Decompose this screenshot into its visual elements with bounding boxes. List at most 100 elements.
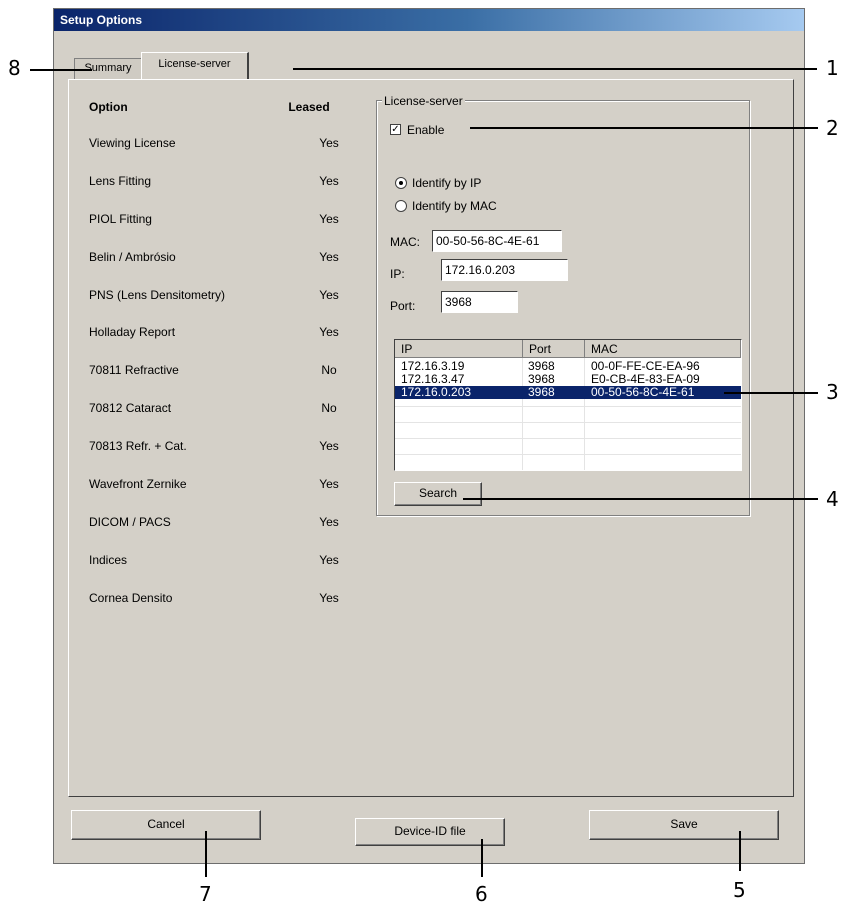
- callout-line-1: [293, 68, 817, 70]
- mac-label: MAC:: [390, 235, 420, 249]
- option-name: DICOM / PACS: [89, 515, 171, 529]
- grid-line: [395, 454, 741, 455]
- option-row: Wavefront Zernike Yes: [89, 477, 349, 493]
- option-leased: Yes: [319, 288, 339, 302]
- callout-4: 4: [826, 487, 839, 511]
- save-button[interactable]: Save: [589, 810, 779, 840]
- grid-line: [395, 438, 741, 439]
- option-leased: Yes: [319, 250, 339, 264]
- identify-by-ip-radio[interactable]: [395, 177, 407, 189]
- list-row[interactable]: 172.16.3.47 3968 E0-CB-4E-83-EA-09: [395, 373, 741, 385]
- leased-header: Leased: [288, 100, 330, 114]
- option-row: Cornea Densito Yes: [89, 591, 349, 607]
- list-row-selected[interactable]: 172.16.0.203 3968 00-50-56-8C-4E-61: [395, 386, 741, 399]
- options-list: Viewing License Yes Lens Fitting Yes PIOL …: [89, 136, 359, 606]
- enable-checkbox[interactable]: ✓: [390, 124, 401, 135]
- option-row: 70813 Refr. + Cat. Yes: [89, 439, 349, 455]
- callout-line-7: [205, 831, 207, 877]
- ip-field[interactable]: 172.16.0.203: [441, 259, 568, 281]
- grid-line: [395, 422, 741, 423]
- identify-by-mac-radio[interactable]: [395, 200, 407, 212]
- option-row: Holladay Report Yes: [89, 325, 349, 341]
- option-name: Cornea Densito: [89, 591, 173, 605]
- port-field[interactable]: 3968: [441, 291, 518, 313]
- server-list[interactable]: IP Port MAC 172.16.3.19 3968 00-0F-FE-CE…: [394, 339, 742, 471]
- option-row: 70812 Cataract No: [89, 401, 349, 417]
- list-header-ip[interactable]: IP: [395, 340, 523, 358]
- option-name: Wavefront Zernike: [89, 477, 187, 491]
- mac-field[interactable]: 00-50-56-8C-4E-61: [432, 230, 562, 252]
- row-port: 3968: [528, 372, 555, 386]
- list-header-mac[interactable]: MAC: [585, 340, 741, 358]
- callout-line-2: [470, 127, 818, 129]
- row-ip: 172.16.3.47: [401, 372, 465, 386]
- option-row: 70811 Refractive No: [89, 363, 349, 379]
- option-row: PIOL Fitting Yes: [89, 212, 349, 228]
- radio-dot-icon: [399, 181, 403, 185]
- option-name: Belin / Ambrósio: [89, 250, 176, 264]
- option-leased: Yes: [319, 136, 339, 150]
- row-port: 3968: [528, 359, 555, 373]
- option-name: Lens Fitting: [89, 174, 152, 188]
- row-mac: 00-50-56-8C-4E-61: [591, 385, 695, 399]
- option-name: 70811 Refractive: [89, 363, 179, 377]
- callout-line-5: [739, 831, 741, 871]
- option-leased: Yes: [319, 553, 339, 567]
- option-leased: Yes: [319, 515, 339, 529]
- row-ip: 172.16.3.19: [401, 359, 465, 373]
- option-row: Belin / Ambrósio Yes: [89, 250, 349, 266]
- option-row: Viewing License Yes: [89, 136, 349, 152]
- callout-7: 7: [199, 882, 212, 906]
- option-leased: Yes: [319, 439, 339, 453]
- option-name: 70813 Refr. + Cat.: [89, 439, 187, 453]
- option-leased: Yes: [319, 212, 339, 226]
- option-name: Holladay Report: [89, 325, 176, 339]
- callout-8: 8: [8, 56, 21, 80]
- callout-6: 6: [475, 882, 488, 906]
- search-button[interactable]: Search: [394, 482, 482, 506]
- cancel-button[interactable]: Cancel: [71, 810, 261, 840]
- option-leased: Yes: [319, 591, 339, 605]
- option-leased: No: [321, 363, 337, 377]
- callout-line-8: [30, 69, 92, 71]
- option-row: Lens Fitting Yes: [89, 174, 349, 190]
- tab-license-server[interactable]: License-server: [141, 52, 249, 80]
- option-row: Indices Yes: [89, 553, 349, 569]
- option-leased: Yes: [319, 325, 339, 339]
- check-icon: ✓: [391, 124, 400, 135]
- grid-line: [395, 406, 741, 407]
- option-row: PNS (Lens Densitometry) Yes: [89, 288, 349, 304]
- option-name: 70812 Cataract: [89, 401, 172, 415]
- option-name: Viewing License: [89, 136, 176, 150]
- option-name: Indices: [89, 553, 128, 567]
- row-mac: 00-0F-FE-CE-EA-96: [591, 359, 700, 373]
- callout-3: 3: [826, 380, 839, 404]
- title-bar[interactable]: Setup Options: [54, 9, 804, 31]
- callout-line-3: [724, 392, 818, 394]
- option-leased: Yes: [319, 174, 339, 188]
- group-label: License-server: [382, 94, 465, 108]
- enable-label: Enable: [407, 123, 445, 137]
- identify-by-mac-label: Identify by MAC: [412, 199, 497, 213]
- identify-by-ip-label: Identify by IP: [412, 176, 482, 190]
- ip-label: IP:: [390, 267, 405, 281]
- list-header-port[interactable]: Port: [523, 340, 585, 358]
- callout-1: 1: [826, 56, 839, 80]
- option-row: DICOM / PACS Yes: [89, 515, 349, 531]
- option-name: PIOL Fitting: [89, 212, 152, 226]
- callout-line-6: [481, 839, 483, 877]
- setup-options-window: Setup Options Summary License-server Opt…: [53, 8, 805, 864]
- row-port: 3968: [528, 385, 555, 399]
- callout-2: 2: [826, 116, 839, 140]
- list-row[interactable]: 172.16.3.19 3968 00-0F-FE-CE-EA-96: [395, 360, 741, 372]
- option-name: PNS (Lens Densitometry): [89, 288, 226, 302]
- port-label: Port:: [390, 299, 416, 313]
- window-title: Setup Options: [60, 13, 142, 27]
- option-leased: No: [321, 401, 337, 415]
- option-header: Option: [89, 100, 128, 114]
- row-mac: E0-CB-4E-83-EA-09: [591, 372, 700, 386]
- callout-5: 5: [733, 878, 746, 902]
- option-leased: Yes: [319, 477, 339, 491]
- row-ip: 172.16.0.203: [401, 385, 472, 399]
- callout-line-4: [463, 498, 818, 500]
